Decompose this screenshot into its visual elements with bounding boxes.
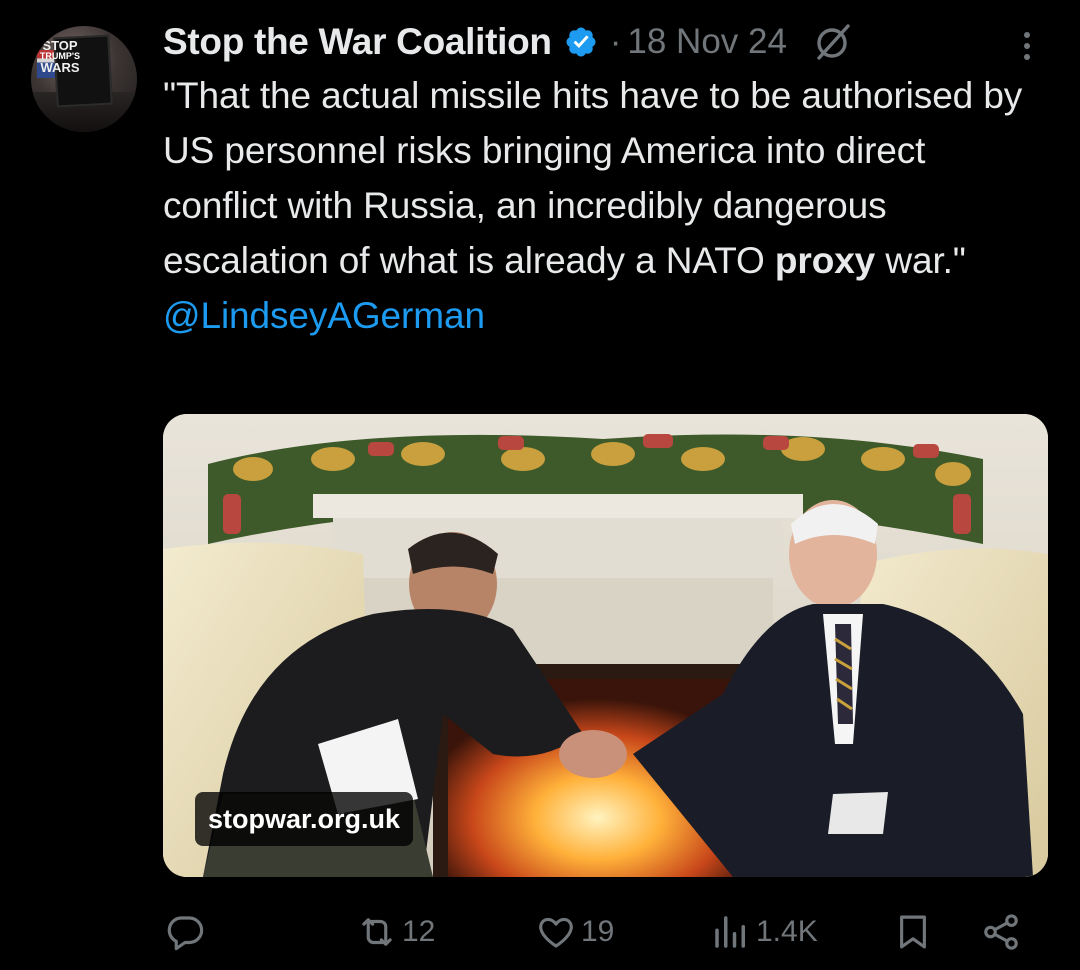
bookmark-icon [900,915,926,949]
avatar[interactable]: STOP TRUMP'S WARS [31,26,137,132]
link-domain-chip[interactable]: stopwar.org.uk [195,792,414,846]
tweet-header: Stop the War Coalition · 18 Nov 24 [163,18,855,66]
reply-icon [167,916,204,951]
retweet-button[interactable]: 12 [356,900,435,964]
bookmark-button[interactable] [892,900,934,964]
views-count: 1.4K [756,915,818,948]
like-icon [539,917,573,948]
tweet-card[interactable]: STOP TRUMP'S WARS Stop the War Coalition… [0,0,1080,970]
verified-badge-icon[interactable] [564,25,598,59]
tweet-text-part: war." [875,240,966,281]
author-name[interactable]: Stop the War Coalition [163,21,552,63]
like-count: 19 [581,915,615,948]
share-icon [984,914,1018,950]
avatar-sign-line: WARS [40,60,80,75]
tweet-text: "That the actual missile hits have to be… [163,68,1043,343]
retweet-icon [362,918,392,946]
retweet-count: 12 [402,915,436,948]
views-icon [715,916,745,948]
action-bar: 12 19 1.4K [0,900,1080,964]
header-separator: · [609,22,622,61]
avatar-sign-line: STOP [42,38,78,53]
share-button[interactable] [980,900,1022,964]
views-button[interactable]: 1.4K [710,900,818,964]
more-dots-icon[interactable] [1014,26,1040,66]
like-button[interactable]: 19 [535,900,614,964]
tweet-date[interactable]: 18 Nov 24 [627,22,787,62]
grok-slash-icon[interactable] [811,20,855,64]
mention-link[interactable]: @LindseyAGerman [163,288,1043,343]
reply-button[interactable] [164,900,210,964]
avatar-sign-text: STOP TRUMP'S WARS [37,38,83,75]
tweet-text-bold: proxy [774,240,876,281]
